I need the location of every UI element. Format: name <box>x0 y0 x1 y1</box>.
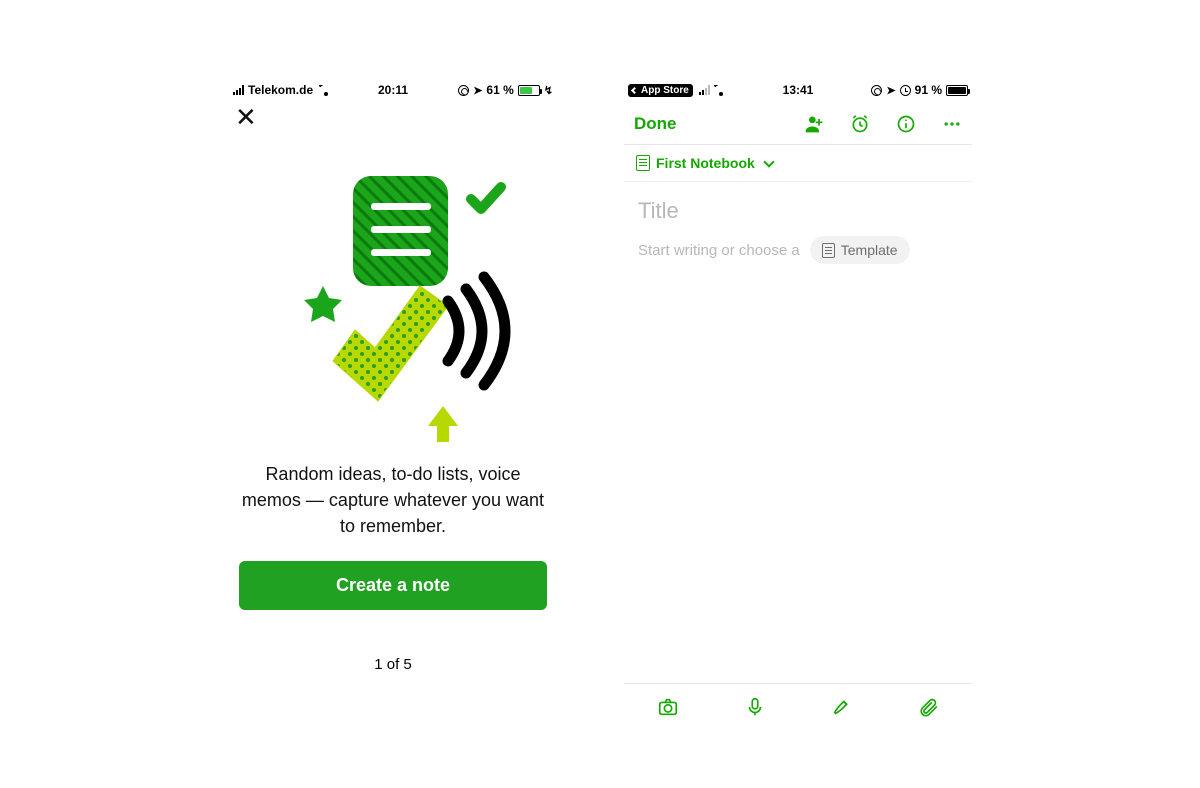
camera-icon[interactable] <box>657 696 679 718</box>
editor-toolbar <box>624 683 972 729</box>
status-time: 13:41 <box>624 83 972 97</box>
status-time: 20:11 <box>229 83 557 97</box>
done-button[interactable]: Done <box>634 114 677 134</box>
sketch-icon[interactable] <box>831 696 853 718</box>
info-icon[interactable] <box>896 114 916 134</box>
chevron-down-icon <box>763 156 774 167</box>
status-bar: App Store 13:41 ➤ 91 % <box>624 80 972 100</box>
reminder-icon[interactable] <box>850 114 870 134</box>
alarm-icon <box>900 85 911 96</box>
pager-indicator: 1 of 5 <box>229 656 557 673</box>
do-not-disturb-icon <box>871 85 882 96</box>
notebook-selector[interactable]: First Notebook <box>624 145 972 182</box>
battery-icon <box>946 85 968 96</box>
do-not-disturb-icon <box>458 85 469 96</box>
onboarding-body-text: Random ideas, to-do lists, voice memos —… <box>229 461 557 539</box>
notebook-label: First Notebook <box>656 155 755 171</box>
onboarding-screen: Telekom.de 20:11 ➤ 61 % ↯ ✕ <box>229 80 557 690</box>
notebook-icon <box>636 155 650 171</box>
attachment-icon[interactable] <box>918 696 940 718</box>
close-icon[interactable]: ✕ <box>229 100 263 128</box>
template-button[interactable]: Template <box>810 236 910 264</box>
template-icon <box>822 243 835 258</box>
onboarding-illustration <box>263 171 523 451</box>
title-input[interactable]: Title <box>638 198 958 224</box>
battery-icon <box>518 85 540 96</box>
more-icon[interactable] <box>942 114 962 134</box>
note-editor-screen: App Store 13:41 ➤ 91 % Done <box>624 80 972 730</box>
microphone-icon[interactable] <box>744 696 766 718</box>
template-label: Template <box>841 242 898 258</box>
editor-area: Title Start writing or choose a Template <box>624 182 972 280</box>
body-input[interactable]: Start writing or choose a <box>638 242 800 259</box>
editor-nav-bar: Done <box>624 100 972 144</box>
create-note-button[interactable]: Create a note <box>239 561 547 610</box>
share-person-icon[interactable] <box>804 114 824 134</box>
status-bar: Telekom.de 20:11 ➤ 61 % ↯ <box>229 80 557 100</box>
